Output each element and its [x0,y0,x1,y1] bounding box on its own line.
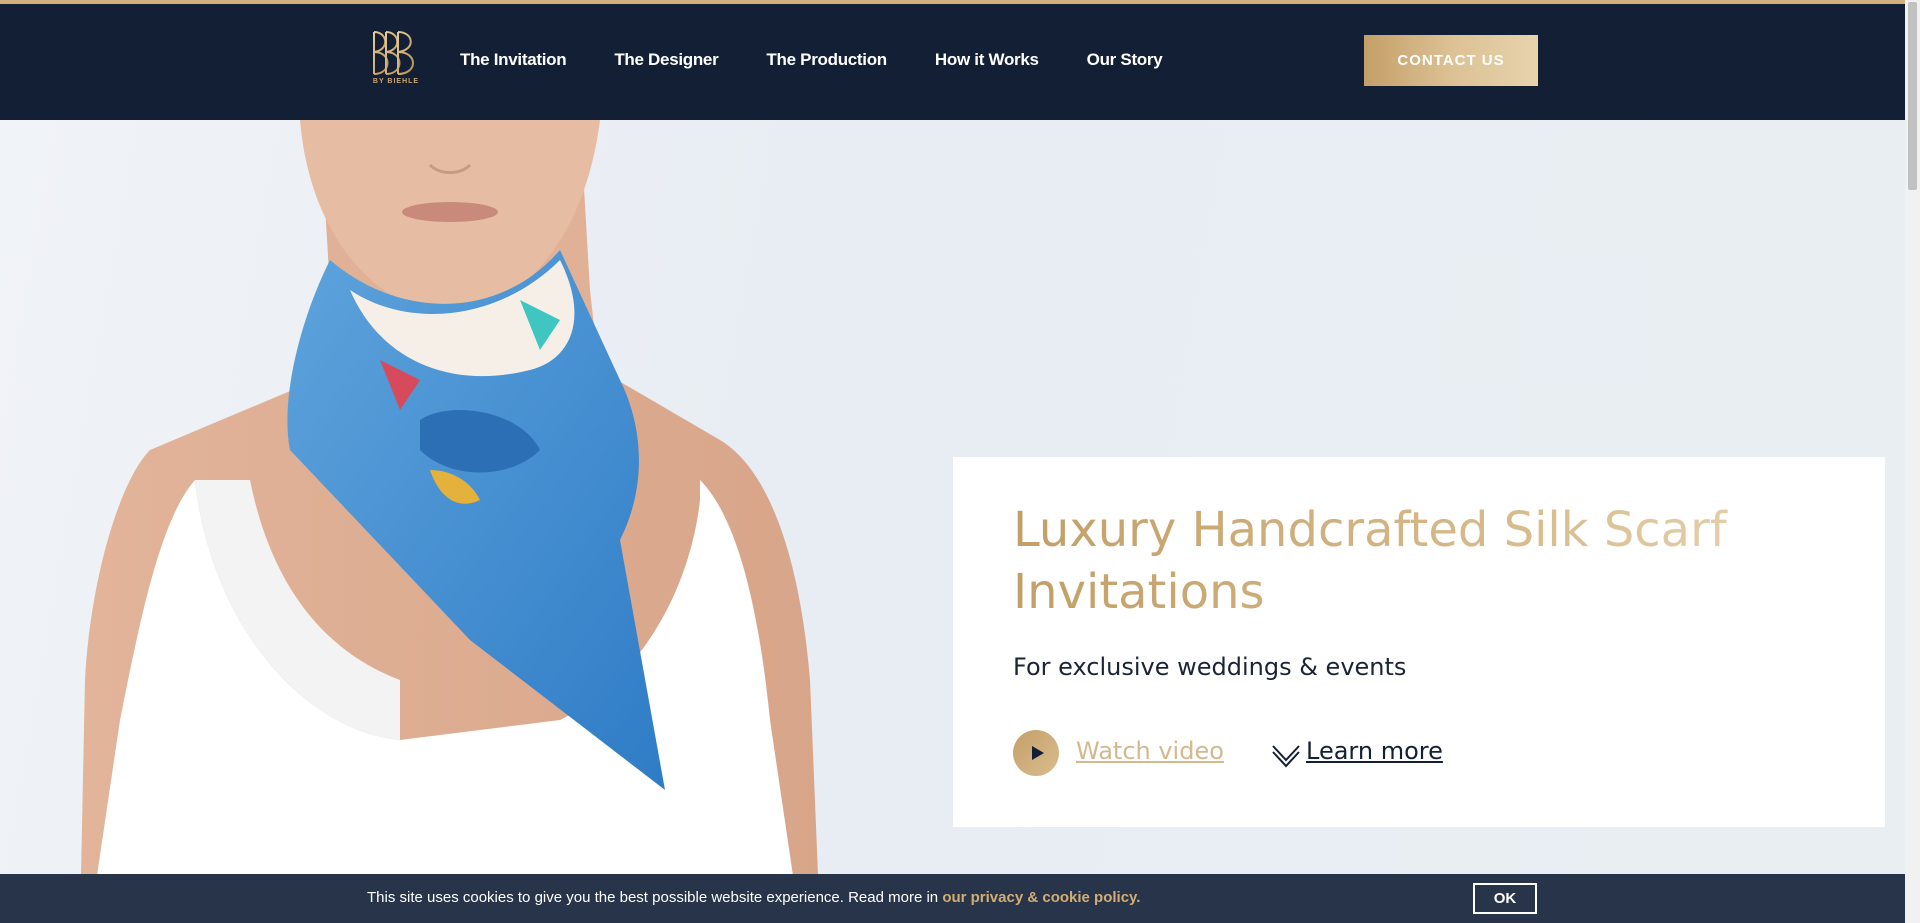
cookie-ok-button[interactable]: OK [1473,883,1537,914]
nav-item-our-story[interactable]: Our Story [1087,50,1163,70]
brand-logo[interactable]: BY BIEHLE [368,28,424,88]
page-scrollbar[interactable] [1905,0,1920,923]
nav-item-the-production[interactable]: The Production [766,50,887,70]
hero-section: Luxury Handcrafted Silk Scarf Invitation… [0,120,1905,923]
cookie-text: This site uses cookies to give you the b… [367,889,1140,906]
site-header: BY BIEHLE The Invitation The Designer Th… [0,4,1905,120]
privacy-policy-link[interactable]: our privacy & cookie policy. [942,889,1140,906]
hero-title: Luxury Handcrafted Silk Scarf Invitation… [1013,499,1773,623]
hero-model-image [80,120,820,923]
nav-item-the-designer[interactable]: The Designer [614,50,718,70]
cookie-message: This site uses cookies to give you the b… [367,889,943,906]
play-video-button[interactable] [1013,730,1059,776]
hero-card: Luxury Handcrafted Silk Scarf Invitation… [953,457,1885,827]
contact-us-button[interactable]: CONTACT US [1364,35,1538,86]
logo-monogram-icon [373,31,414,75]
watch-video-link[interactable]: Watch video [1076,737,1224,765]
nav-item-how-it-works[interactable]: How it Works [935,50,1039,70]
learn-more-link[interactable]: Learn more [1306,737,1443,765]
main-nav: The Invitation The Designer The Producti… [460,50,1210,70]
chevron-down-icon[interactable] [1271,740,1301,768]
hero-subtitle: For exclusive weddings & events [1013,653,1407,681]
nav-item-the-invitation[interactable]: The Invitation [460,50,567,70]
cookie-banner: This site uses cookies to give you the b… [0,874,1905,923]
scrollbar-thumb[interactable] [1908,2,1917,190]
logo-subtitle: BY BIEHLE [372,78,420,85]
